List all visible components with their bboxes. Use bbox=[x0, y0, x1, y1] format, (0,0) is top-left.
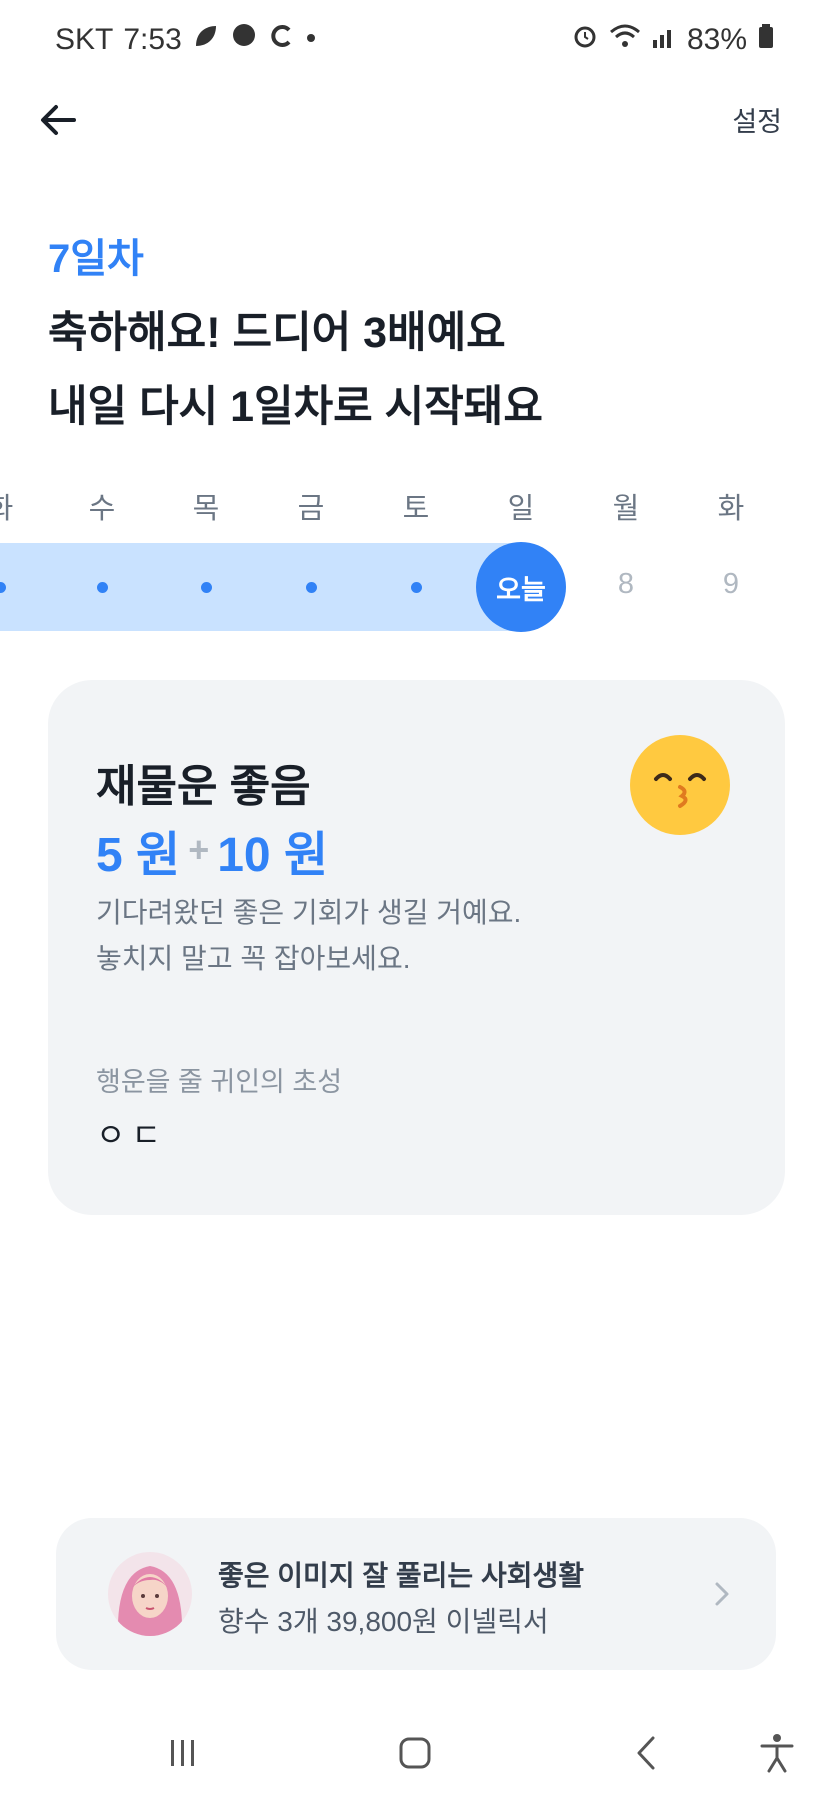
completed-day-dot bbox=[176, 543, 236, 631]
accessibility-icon bbox=[760, 1734, 794, 1773]
headline-line-1: 축하해요! 드디어 3배예요 bbox=[48, 309, 506, 357]
today-marker: 오늘 bbox=[476, 542, 566, 632]
fortune-desc-line-1: 기다려왔던 좋은 기회가 생길 거예요. bbox=[96, 897, 522, 928]
weekday-label: 월 bbox=[612, 493, 640, 525]
headline-line-2: 내일 다시 1일차로 시작돼요 bbox=[48, 383, 543, 431]
weekday-label: 수 bbox=[88, 493, 116, 525]
recent-apps-icon bbox=[171, 1740, 194, 1766]
fortune-desc-line-2: 놓치지 말고 꼭 잡아보세요. bbox=[96, 943, 411, 974]
system-nav-bar bbox=[0, 1710, 830, 1798]
weekday-label: 화 bbox=[0, 485, 30, 527]
clock: 7:53 bbox=[123, 22, 182, 56]
plus-sign: + bbox=[188, 829, 210, 870]
weekday-label: 일 bbox=[507, 493, 535, 525]
completed-day-dot bbox=[386, 543, 446, 631]
status-left: SKT 7:53 bbox=[55, 22, 316, 57]
alarm-icon bbox=[571, 22, 599, 57]
c-app-icon bbox=[268, 22, 296, 57]
signal-icon bbox=[651, 22, 677, 57]
kissing-face-icon bbox=[630, 735, 730, 835]
back-nav-button[interactable] bbox=[622, 1728, 672, 1778]
accessibility-button[interactable] bbox=[752, 1728, 802, 1778]
battery-icon bbox=[757, 22, 775, 57]
battery-percent: 83% bbox=[686, 22, 747, 56]
benefactor-label: 행운을 줄 귀인의 초성 bbox=[96, 1067, 343, 1097]
home-button[interactable] bbox=[390, 1728, 440, 1778]
ad-banner[interactable]: 좋은 이미지 잘 풀리는 사회생활 향수 3개 39,800원 이넬릭서 bbox=[56, 1518, 776, 1670]
notification-dot-icon bbox=[306, 22, 316, 57]
weekday-label: 목 bbox=[192, 493, 220, 525]
ad-subtitle: 향수 3개 39,800원 이넬릭서 bbox=[218, 1606, 549, 1637]
avatar bbox=[108, 1552, 192, 1636]
recent-apps-button[interactable] bbox=[158, 1728, 208, 1778]
future-date: 9 bbox=[722, 568, 740, 600]
settings-button[interactable]: 설정 bbox=[732, 100, 782, 139]
benefactor-initials: ㅇㄷ bbox=[96, 1117, 167, 1153]
weekday-row: 화 수 목 금 토 일 월 화 bbox=[0, 485, 830, 530]
completed-day-dot bbox=[72, 543, 132, 631]
arrow-left-icon bbox=[41, 105, 76, 135]
chevron-right-icon bbox=[712, 1578, 732, 1610]
weekday-label: 금 bbox=[297, 493, 325, 525]
wifi-icon bbox=[609, 22, 641, 57]
completed-day-dot bbox=[281, 543, 341, 631]
weekday-label: 토 bbox=[402, 493, 430, 525]
page-title: 축하해요! 드디어 3배예요 내일 다시 1일차로 시작돼요 bbox=[48, 296, 543, 444]
leaf-icon bbox=[192, 22, 220, 57]
bonus-reward: 10 원 bbox=[217, 829, 329, 882]
weekday-label: 화 bbox=[717, 493, 745, 525]
fortune-card: 재물운 좋음 5 원 + 10 원 기다려왔던 좋은 기회가 생길 거예요. 놓… bbox=[48, 680, 785, 1215]
carrier-label: SKT bbox=[55, 22, 114, 56]
chat-icon bbox=[230, 22, 258, 57]
ad-title: 좋은 이미지 잘 풀리는 사회생활 bbox=[218, 1560, 584, 1591]
status-bar: SKT 7:53 83% bbox=[0, 0, 830, 80]
fortune-description: 기다려왔던 좋은 기회가 생길 거예요. 놓치지 말고 꼭 잡아보세요. bbox=[96, 890, 521, 982]
future-date: 8 bbox=[617, 568, 635, 600]
home-icon bbox=[399, 1737, 431, 1769]
status-right: 83% bbox=[571, 22, 775, 57]
back-button[interactable] bbox=[34, 95, 84, 145]
fortune-title: 재물운 좋음 bbox=[96, 762, 311, 811]
completed-day-dot bbox=[0, 543, 30, 631]
reward-row: 5 원 + 10 원 bbox=[96, 815, 328, 885]
streak-day-label: 7일차 bbox=[48, 237, 144, 281]
base-reward: 5 원 bbox=[96, 829, 181, 882]
chevron-left-icon bbox=[637, 1736, 655, 1770]
